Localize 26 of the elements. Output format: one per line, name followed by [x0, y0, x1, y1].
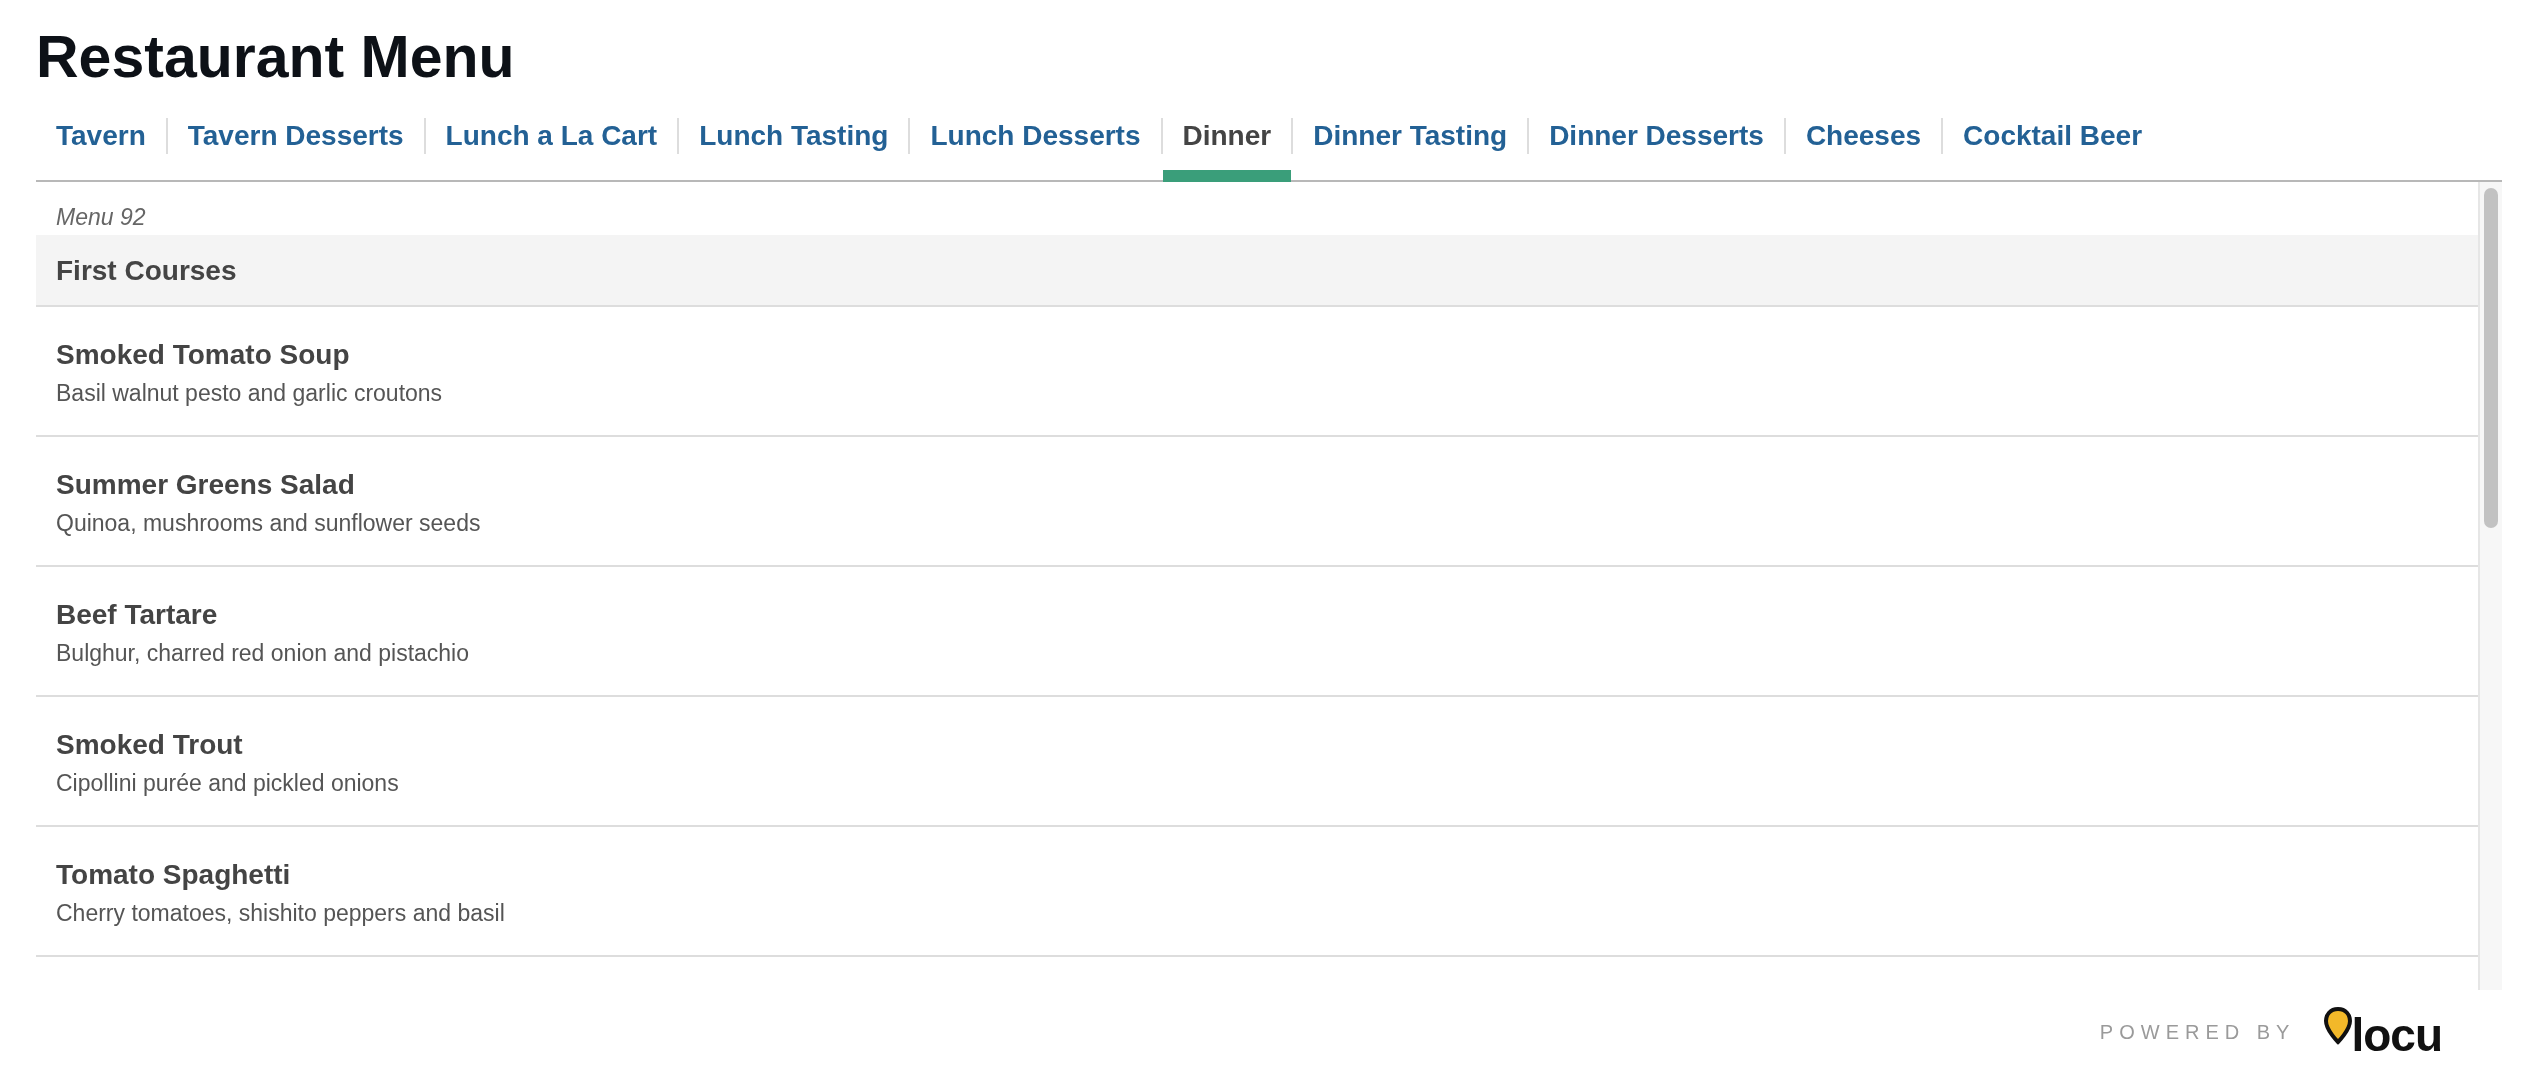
dish-name: Smoked Trout	[56, 728, 243, 762]
menu-tab[interactable]: Lunch Desserts	[910, 110, 1161, 182]
section-header: First Courses	[36, 235, 2478, 307]
dish-description: Bulghur, charred red onion and pistachio	[56, 639, 469, 668]
menu-tab[interactable]: Dinner	[1162, 110, 1292, 182]
brand-logo[interactable]: locu	[2323, 1006, 2442, 1058]
scrollbar-thumb[interactable]	[2484, 188, 2498, 528]
dish-description: Cipollini purée and pickled onions	[56, 769, 399, 798]
menu-tab[interactable]: Cheeses	[1785, 110, 1942, 182]
dish-description: Basil walnut pesto and garlic croutons	[56, 379, 443, 408]
dish-description: Quinoa, mushrooms and sunflower seeds	[56, 509, 481, 538]
menu-tab[interactable]: Tavern Desserts	[167, 110, 424, 182]
dish-description: Cherry tomatoes, shishito peppers and basil	[56, 899, 505, 928]
menu-tab[interactable]: Lunch Tasting	[679, 110, 909, 182]
page-title: Restaurant Menu	[36, 23, 515, 92]
menu-tab[interactable]: Cocktail Beer	[1943, 110, 2163, 182]
dish-name: Summer Greens Salad	[56, 468, 355, 502]
menu-tab[interactable]: Dinner Tasting	[1293, 110, 1528, 182]
menu-tab[interactable]: Tavern	[36, 110, 166, 182]
dish-name: Beef Tartare	[56, 598, 218, 632]
dish-name: Tomato Spaghetti	[56, 858, 291, 892]
menu-tab[interactable]: Lunch a La Cart	[425, 110, 678, 182]
powered-by-text: POWERED BY	[2099, 1020, 2296, 1044]
menu-label: Menu 92	[55, 203, 147, 232]
dish-name: Smoked Tomato Soup	[56, 338, 350, 372]
menu-tab[interactable]: Dinner Desserts	[1529, 110, 1784, 182]
